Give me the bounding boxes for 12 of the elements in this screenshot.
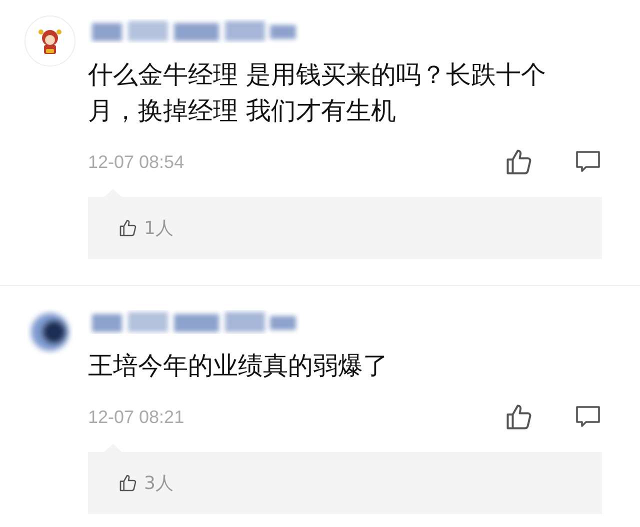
comment-time: 12-07 08:21: [88, 406, 186, 428]
like-count: 1人: [144, 216, 174, 240]
thumbs-up-icon: [118, 218, 138, 238]
comment-time: 12-07 08:54: [88, 150, 186, 174]
comment-text: 什么金牛经理 是用钱买来的吗？长跌十个月，换掉经理 我们才有生机: [88, 59, 547, 127]
reply-button[interactable]: [574, 404, 602, 430]
like-button[interactable]: [504, 147, 534, 177]
thumbs-up-icon: [118, 473, 138, 493]
like-button[interactable]: [504, 402, 534, 432]
comment-text: 王培今年的业绩真的弱爆了: [88, 350, 389, 382]
reply-button[interactable]: [574, 149, 602, 175]
like-count: 3人: [144, 472, 174, 496]
